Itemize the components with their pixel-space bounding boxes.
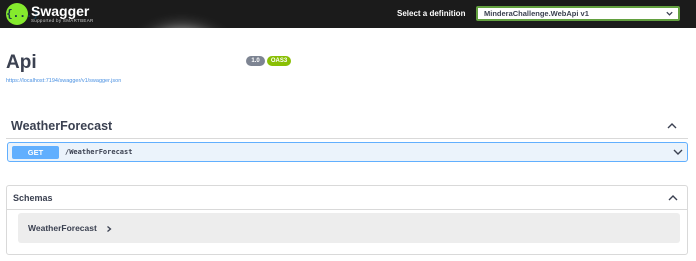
topbar: {...} Swagger Supported by SMARTBEAR Sel… [0,0,696,28]
definition-select-value: MinderaChallenge.WebApi v1 [484,9,589,18]
brand-name[interactable]: Swagger [31,3,89,19]
chevron-down-icon[interactable] [672,147,684,157]
oas-badge: OAS3 [267,56,291,66]
definition-select[interactable]: MinderaChallenge.WebApi v1 [476,6,680,21]
chevron-down-icon [666,11,673,16]
model-name: WeatherForecast [28,223,97,233]
chevron-up-icon[interactable] [667,193,679,203]
operation-get-weatherforecast[interactable]: GET /WeatherForecast [7,142,688,162]
logo-glyph: {...} [6,7,40,20]
redacted-overlay [143,42,221,114]
schemas-header[interactable]: Schemas [7,186,687,210]
version-badge: 1.0 [246,56,265,66]
model-weatherforecast[interactable]: WeatherForecast [18,213,680,243]
tag-title: WeatherForecast [11,119,113,133]
tag-header-weatherforecast[interactable]: WeatherForecast [6,113,688,139]
chevron-up-icon[interactable] [666,121,678,131]
swagger-logo-icon[interactable]: {...} [6,3,40,25]
schemas-section: Schemas WeatherForecast [6,185,688,255]
spec-url-link[interactable]: https://localhost:7194/swagger/v1/swagge… [6,77,121,85]
brand-subtitle: Supported by SMARTBEAR [31,18,94,23]
api-title: Api [6,52,37,73]
schemas-title: Schemas [13,193,53,203]
chevron-right-icon[interactable] [105,225,113,233]
http-method-badge: GET [12,146,59,159]
operation-path: /WeatherForecast [65,148,133,156]
select-definition-label: Select a definition [397,9,466,18]
